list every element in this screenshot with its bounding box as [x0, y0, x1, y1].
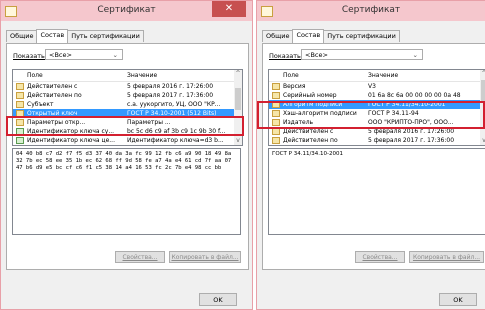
scroll-down-icon[interactable]: v	[234, 137, 242, 145]
column-header-value[interactable]: Значение	[368, 72, 398, 79]
tab-general[interactable]: Общие	[6, 30, 38, 42]
list-item[interactable]: Точки распространения сп...[1]Точка расп…	[13, 145, 242, 146]
tab-certification-path[interactable]: Путь сертификации	[67, 30, 144, 42]
tab-page-details: Показать: <Все> ⌄ Поле Значение Действит…	[6, 43, 249, 270]
value-detail-box[interactable]: 04 40 b8 c7 d2 f7 f5 d3 37 40 da 3a fc 9…	[12, 148, 241, 235]
column-header-value[interactable]: Значение	[127, 72, 157, 79]
field-name: Действителен по	[27, 92, 82, 99]
scroll-thumb[interactable]	[481, 80, 485, 102]
show-select[interactable]: <Все> ⌄	[45, 49, 123, 60]
tab-details[interactable]: Состав	[292, 29, 325, 43]
field-name: Действителен по	[283, 137, 338, 144]
cert-field-icon	[16, 92, 24, 99]
highlight-frame-left	[6, 116, 244, 136]
field-value: [1]Точка распространения сп...	[127, 145, 232, 146]
certificate-window-right: Сертификат Общие Состав Путь сертификации …	[256, 0, 485, 310]
field-name: Действителен с	[27, 83, 78, 90]
close-button[interactable]: ✕	[212, 1, 246, 17]
show-select-value: <Все>	[49, 51, 72, 59]
properties-button[interactable]: Свойства...	[115, 251, 165, 263]
scroll-thumb[interactable]	[235, 88, 241, 110]
list-item[interactable]: Действителен с 5 февраля 2016 г. 17:26:00	[13, 82, 242, 91]
extension-icon	[16, 137, 24, 144]
field-name: Идентификатор ключа це...	[27, 137, 115, 144]
properties-button[interactable]: Свойства...	[355, 251, 405, 263]
window-title: Сертификат	[341, 5, 401, 15]
field-value: 5 февраля 2017 г. 17:36:00	[368, 137, 455, 144]
list-header: Поле Значение	[269, 70, 485, 82]
field-name: Субъект	[27, 101, 54, 108]
chevron-down-icon: ⌄	[112, 51, 118, 59]
tab-general[interactable]: Общие	[262, 30, 294, 42]
value-detail-box[interactable]: ГОСТ Р 34.11/34.10-2001	[268, 148, 485, 235]
scroll-up-icon[interactable]: ^	[234, 70, 242, 78]
field-value: 5 февраля 2016 г. 17:26:00	[127, 83, 214, 90]
scroll-down-icon[interactable]: v	[480, 137, 485, 145]
cert-field-icon	[16, 101, 24, 108]
field-value: 5 февраля 2017 г. 17:36:00	[127, 92, 214, 99]
list-item[interactable]: Версия V3	[269, 82, 485, 91]
field-value: Идентификатор ключа=d3 b...	[127, 137, 224, 144]
field-value: V3	[368, 83, 376, 90]
certificate-window-left: Сертификат ✕ Общие Состав Путь сертификаци…	[0, 0, 253, 310]
ok-button[interactable]: OK	[199, 293, 237, 306]
tab-details[interactable]: Состав	[36, 29, 69, 43]
ok-button[interactable]: OK	[439, 293, 477, 306]
field-value: с.а. уукоргито, УЦ, ООО "КР...	[127, 101, 221, 108]
list-item[interactable]: Субъектс.а. уукоргито, УЦ, ООО "КР...	[269, 145, 485, 146]
list-item[interactable]: Действителен по 5 февраля 2017 г. 17:36:0…	[269, 136, 485, 145]
tab-page-details: Показать: <Все> ⌄ Поле Значение Версия V3…	[262, 43, 485, 270]
list-header: Поле Значение	[13, 70, 242, 82]
highlight-frame-right	[257, 101, 485, 129]
field-name: Версия	[283, 83, 306, 90]
cert-field-icon	[272, 83, 280, 90]
cert-field-icon	[272, 128, 280, 135]
copy-to-file-button[interactable]: Копировать в файл...	[169, 251, 241, 263]
list-item[interactable]: Серийный номер 01 6a 8c 6a 00 00 00 00 0a…	[269, 91, 485, 100]
tab-strip: Общие Состав Путь сертификации	[262, 29, 400, 43]
column-header-field[interactable]: Поле	[283, 72, 299, 79]
title-bar: Сертификат ✕	[1, 1, 252, 21]
chevron-down-icon: ⌄	[412, 51, 418, 59]
cert-field-icon	[272, 137, 280, 144]
field-name: Субъект	[283, 145, 366, 146]
show-label: Показать:	[269, 52, 304, 60]
list-item[interactable]: Идентификатор ключа це... Идентификатор к…	[13, 136, 242, 145]
show-select[interactable]: <Все> ⌄	[301, 49, 423, 60]
cert-field-icon	[16, 83, 24, 90]
tab-certification-path[interactable]: Путь сертификации	[323, 30, 400, 42]
title-bar: Сертификат	[257, 1, 485, 21]
field-value: с.а. уукоргито, УЦ, ООО "КР...	[368, 145, 478, 146]
list-item[interactable]: Действителен по 5 февраля 2017 г. 17:36:0…	[13, 91, 242, 100]
cert-field-icon	[272, 92, 280, 99]
scroll-up-icon[interactable]: ^	[480, 70, 485, 78]
copy-to-file-button[interactable]: Копировать в файл...	[409, 251, 484, 263]
show-select-value: <Все>	[305, 51, 328, 59]
tab-strip: Общие Состав Путь сертификации	[6, 29, 144, 43]
show-label: Показать:	[13, 52, 48, 60]
field-name: Серийный номер	[283, 92, 337, 99]
field-name: Точки распространения сп...	[27, 145, 125, 146]
column-header-field[interactable]: Поле	[27, 72, 43, 79]
field-value: 01 6a 8c 6a 00 00 00 00 0a 48	[368, 92, 461, 99]
list-item[interactable]: Субъект с.а. уукоргито, УЦ, ООО "КР...	[13, 100, 242, 109]
